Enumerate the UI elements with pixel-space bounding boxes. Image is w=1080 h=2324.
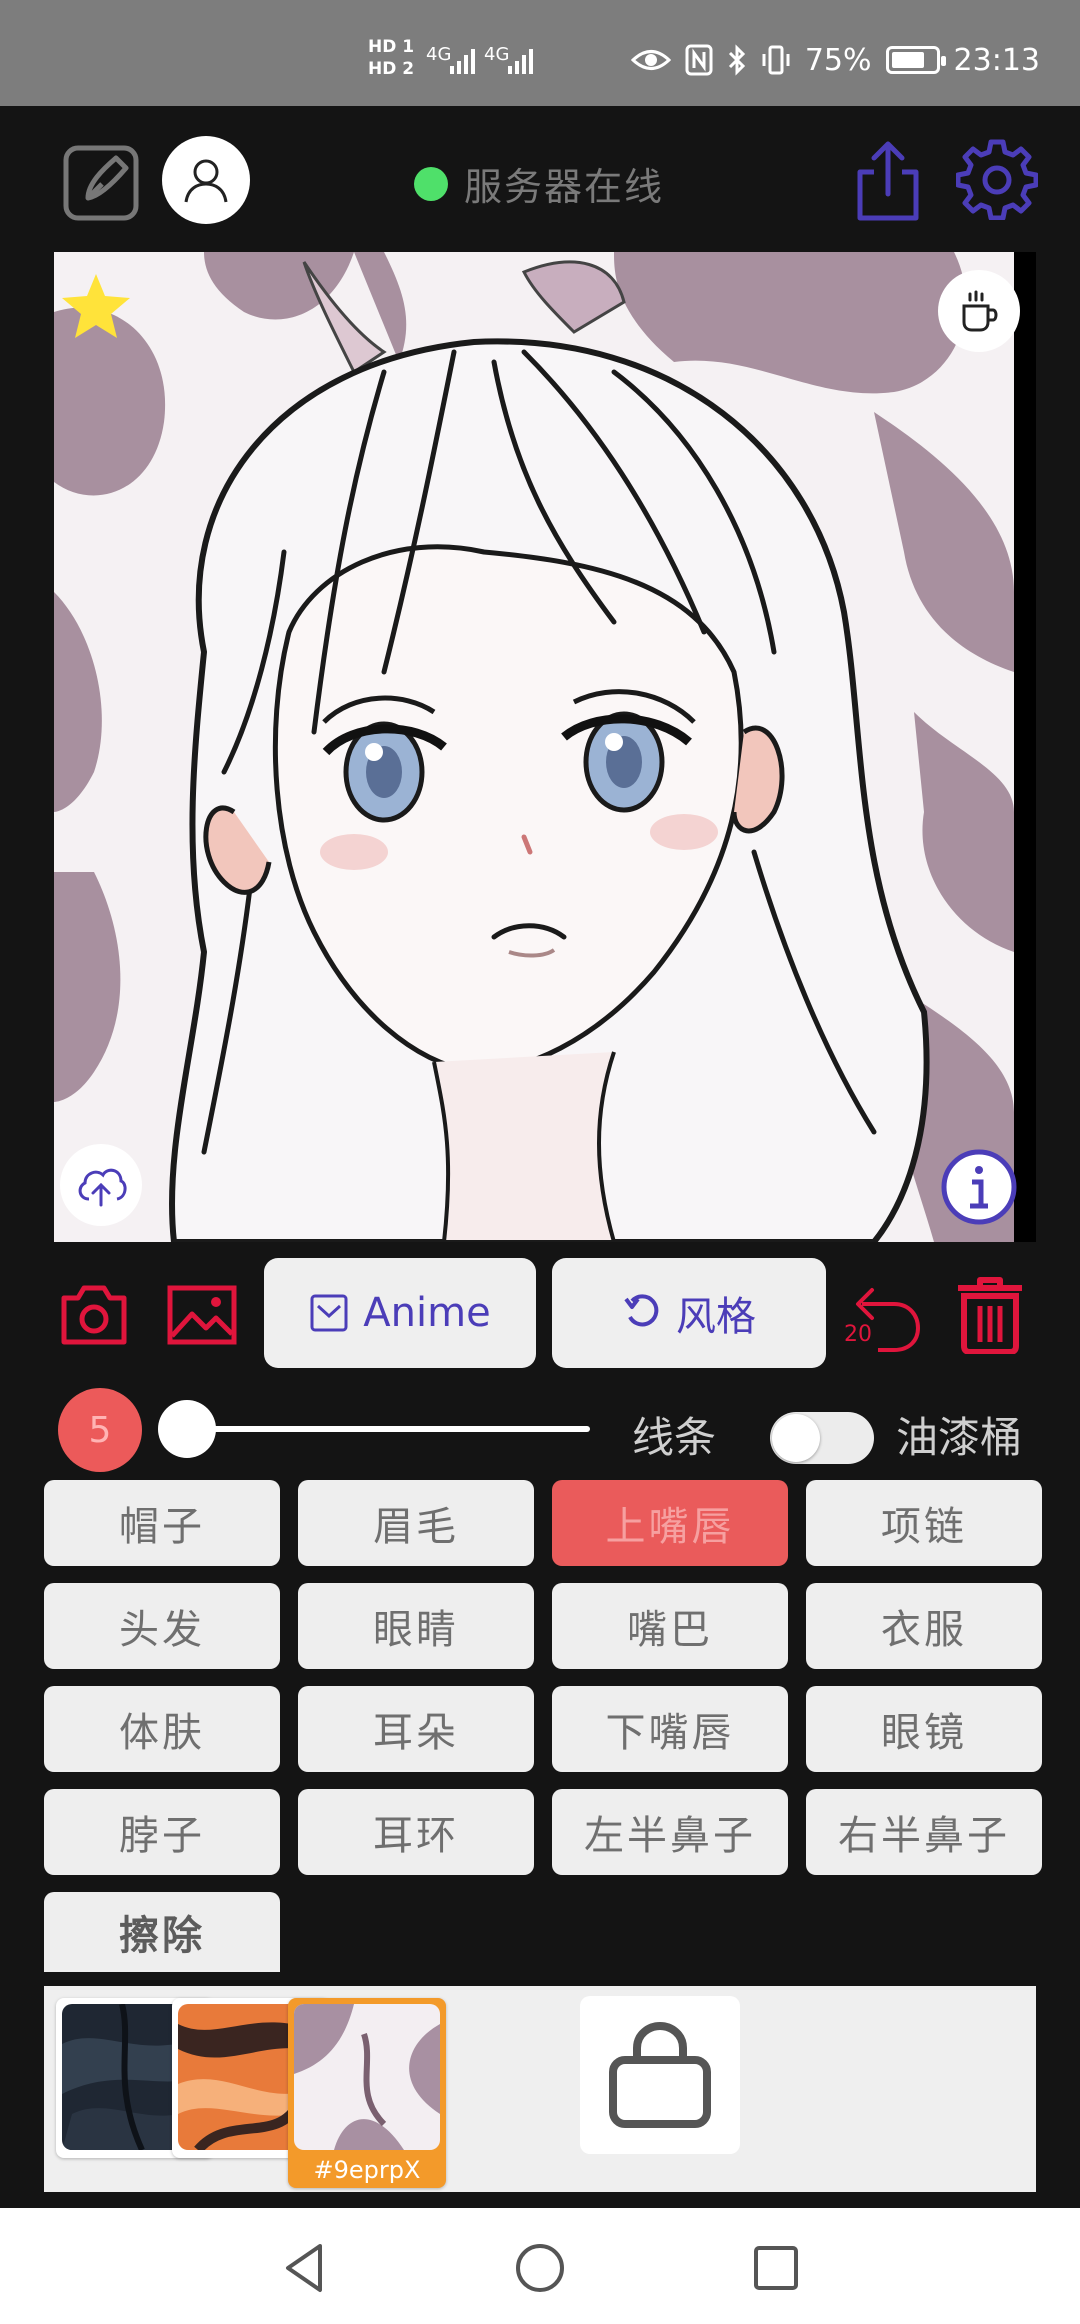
bluetooth-icon [728, 44, 745, 76]
nfc-icon [685, 44, 713, 76]
label-chip[interactable]: 眉毛 [298, 1480, 534, 1566]
shop-button[interactable] [580, 1996, 740, 2154]
line-mode-label: 线条 [632, 1413, 717, 1462]
cloud-upload-icon [78, 1168, 127, 1207]
label-chip[interactable]: 体肤 [44, 1686, 280, 1772]
brush-size-track[interactable] [186, 1426, 590, 1432]
style-swatch-selected[interactable]: #9eprpX [288, 1998, 446, 2188]
label-chip[interactable]: 项链 [806, 1480, 1042, 1566]
top-toolbar: 服务器在线 [0, 106, 1080, 256]
user-avatar-button[interactable] [162, 136, 250, 224]
recents-icon[interactable] [748, 2240, 804, 2296]
share-icon[interactable] [852, 138, 924, 222]
eye-comfort-icon [630, 50, 671, 70]
erase-button[interactable]: 擦除 [44, 1892, 280, 1972]
signal-icon [508, 49, 533, 74]
style-button[interactable]: 风格 [552, 1258, 826, 1368]
undo-count: 20 [844, 1322, 872, 1347]
paint-bucket-label: 油漆桶 [896, 1413, 1023, 1462]
status-dot [414, 166, 448, 201]
label-chip[interactable]: 头发 [44, 1583, 280, 1669]
camera-icon[interactable] [58, 1280, 130, 1348]
swatch-texture [294, 2004, 440, 2150]
anime-portrait-image [54, 252, 1014, 1242]
model-button-label: Anime [363, 1290, 491, 1336]
brush-controls: 5 线条 油漆桶 [0, 1386, 1080, 1472]
drawing-canvas[interactable] [54, 252, 1036, 1242]
label-chip[interactable]: 眼睛 [298, 1583, 534, 1669]
toggle-knob [772, 1414, 820, 1462]
selected-style-code: #9eprpX [313, 2156, 421, 2184]
info-icon[interactable] [940, 1148, 1018, 1226]
action-row: Anime 风格 20 [0, 1258, 1080, 1370]
style-palette: #9eprpX [44, 1986, 1036, 2192]
model-select-button[interactable]: Anime [264, 1258, 536, 1368]
vibrate-icon [762, 45, 790, 75]
coffee-cup-icon [962, 290, 998, 332]
coffee-button[interactable] [938, 270, 1020, 352]
upload-button[interactable] [60, 1144, 142, 1226]
label-chip[interactable]: 耳朵 [298, 1686, 534, 1772]
sim-indicator: HD 1 HD 2 [368, 36, 414, 80]
checkbox-icon [310, 1294, 348, 1332]
paint-bucket-toggle[interactable] [770, 1412, 874, 1464]
navigation-bar [0, 2208, 1080, 2324]
style-button-label: 风格 [676, 1294, 756, 1340]
trash-icon[interactable] [952, 1274, 1028, 1354]
sim2-label: HD 2 [368, 59, 415, 79]
sim1-label: HD 1 [368, 37, 415, 57]
brush-size-badge: 5 [58, 1388, 142, 1472]
label-chip[interactable]: 上嘴唇 [552, 1480, 788, 1566]
refresh-icon [624, 1294, 659, 1327]
user-icon [184, 159, 228, 203]
star-icon[interactable] [60, 272, 132, 340]
label-chip[interactable]: 衣服 [806, 1583, 1042, 1669]
brush-size-slider-thumb[interactable] [158, 1400, 216, 1458]
clock: 23:13 [953, 42, 1040, 78]
label-chip[interactable]: 左半鼻子 [552, 1789, 788, 1875]
label-chip[interactable]: 右半鼻子 [806, 1789, 1042, 1875]
gallery-icon[interactable] [166, 1280, 238, 1348]
back-icon[interactable] [278, 2240, 334, 2296]
label-chip[interactable]: 耳环 [298, 1789, 534, 1875]
status-bar: HD 1 HD 2 4G 4G 75% 23:13 [0, 0, 1080, 106]
label-chip[interactable]: 眼镜 [806, 1686, 1042, 1772]
canvas-edge [1014, 252, 1036, 1242]
battery-percent: 75% [804, 42, 872, 78]
label-chip[interactable]: 帽子 [44, 1480, 280, 1566]
battery-icon [885, 46, 946, 74]
home-icon[interactable] [512, 2240, 568, 2296]
label-chip[interactable]: 脖子 [44, 1789, 280, 1875]
sketch-edit-icon[interactable] [62, 140, 144, 222]
signal-icon [450, 49, 475, 74]
server-status: 服务器在线 [414, 156, 664, 211]
label-chip[interactable]: 嘴巴 [552, 1583, 788, 1669]
label-chip[interactable]: 下嘴唇 [552, 1686, 788, 1772]
server-status-text: 服务器在线 [464, 165, 665, 209]
shopping-bag-icon [609, 2021, 711, 2128]
settings-gear-icon[interactable] [956, 138, 1038, 220]
